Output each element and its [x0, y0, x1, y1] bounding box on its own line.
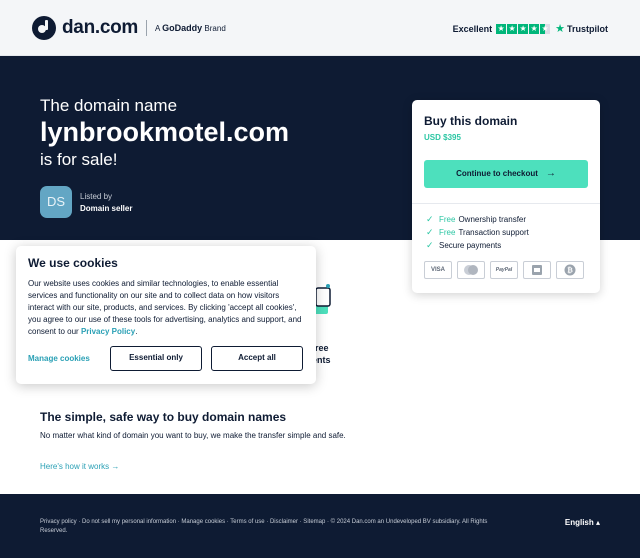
trust-brand: Trustpilot [567, 23, 608, 34]
cookie-body: Our website uses cookies and similar tec… [28, 279, 302, 336]
card-divider [412, 203, 600, 204]
how-it-works-link[interactable]: Here's how it works → [40, 462, 119, 471]
visa-icon: VISA [424, 261, 452, 279]
feature-ownership-transfer: ✓ Free Ownership transfer [426, 214, 527, 224]
domain-price: USD $395 [424, 133, 461, 142]
bitcoin-icon: ₿ [556, 261, 584, 279]
checkout-button[interactable]: Continue to checkout → [424, 160, 588, 188]
feature-secure-payments: ✓ Secure payments [426, 240, 502, 250]
star-icon: ★ [518, 23, 529, 34]
trust-label: Excellent [452, 23, 493, 34]
manage-cookies-link[interactable]: Manage cookies [28, 354, 90, 363]
logo-text: dan.com [62, 17, 139, 38]
seller-value: Domain seller [80, 204, 133, 213]
svg-text:₿: ₿ [567, 267, 573, 275]
domain-name: lynbrookmotel.com [40, 117, 290, 147]
mastercard-icon [457, 261, 485, 279]
bank-icon [523, 261, 551, 279]
buy-title: Buy this domain [424, 114, 518, 128]
seller-avatar: DS [40, 186, 72, 218]
check-icon: ✓ [426, 240, 434, 250]
dan-logo[interactable]: dan.com A GoDaddy Brand [32, 16, 226, 40]
site-header: dan.com A GoDaddy Brand Excellent ★ ★ ★ … [0, 0, 640, 56]
seller-label: Listed by [80, 192, 113, 201]
payment-methods: VISA PayPal ₿ [424, 261, 589, 279]
trustpilot-rating[interactable]: Excellent ★ ★ ★ ★ ★ ★ Trustpilot [453, 22, 608, 35]
arrow-right-icon: → [111, 462, 120, 471]
hero-post-text: is for sale! [40, 150, 118, 169]
check-icon: ✓ [426, 214, 434, 224]
hero-pre-text: The domain name [40, 96, 178, 115]
godaddy-brand: A GoDaddy Brand [155, 23, 226, 33]
safe-way-title: The simple, safe way to buy domain names [40, 410, 287, 424]
feature-transaction-support: ✓ Free Transaction support [426, 227, 529, 237]
rating-stars: ★ ★ ★ ★ ★ [496, 23, 551, 34]
star-half-icon: ★ [540, 23, 551, 34]
arrow-right-icon: → [545, 168, 556, 179]
site-footer: Privacy policy · Do not sell my personal… [0, 494, 640, 558]
cookie-title: We use cookies [28, 256, 118, 270]
star-icon: ★ [496, 23, 507, 34]
check-icon: ✓ [426, 227, 434, 237]
trustpilot-star-icon: ★ [555, 23, 565, 35]
caret-up-icon: ▴ [595, 518, 600, 527]
dan-logo-icon [32, 16, 56, 40]
buy-domain-card: Buy this domain USD $395 Continue to che… [412, 100, 600, 293]
logo-divider [146, 20, 148, 36]
paypal-icon: PayPal [490, 261, 518, 279]
cookie-banner: We use cookies Our website uses cookies … [16, 246, 316, 384]
essential-only-button[interactable]: Essential only [110, 346, 202, 371]
accept-all-button[interactable]: Accept all [211, 346, 303, 371]
language-selector[interactable]: English ▴ [565, 518, 600, 527]
star-icon: ★ [529, 23, 540, 34]
checkout-label: Continue to checkout [456, 169, 538, 178]
safe-way-body: No matter what kind of domain you want t… [40, 431, 346, 440]
star-icon: ★ [507, 23, 518, 34]
footer-links[interactable]: Privacy policy · Do not sell my personal… [40, 518, 500, 536]
privacy-policy-link[interactable]: Privacy Policy [81, 327, 135, 336]
